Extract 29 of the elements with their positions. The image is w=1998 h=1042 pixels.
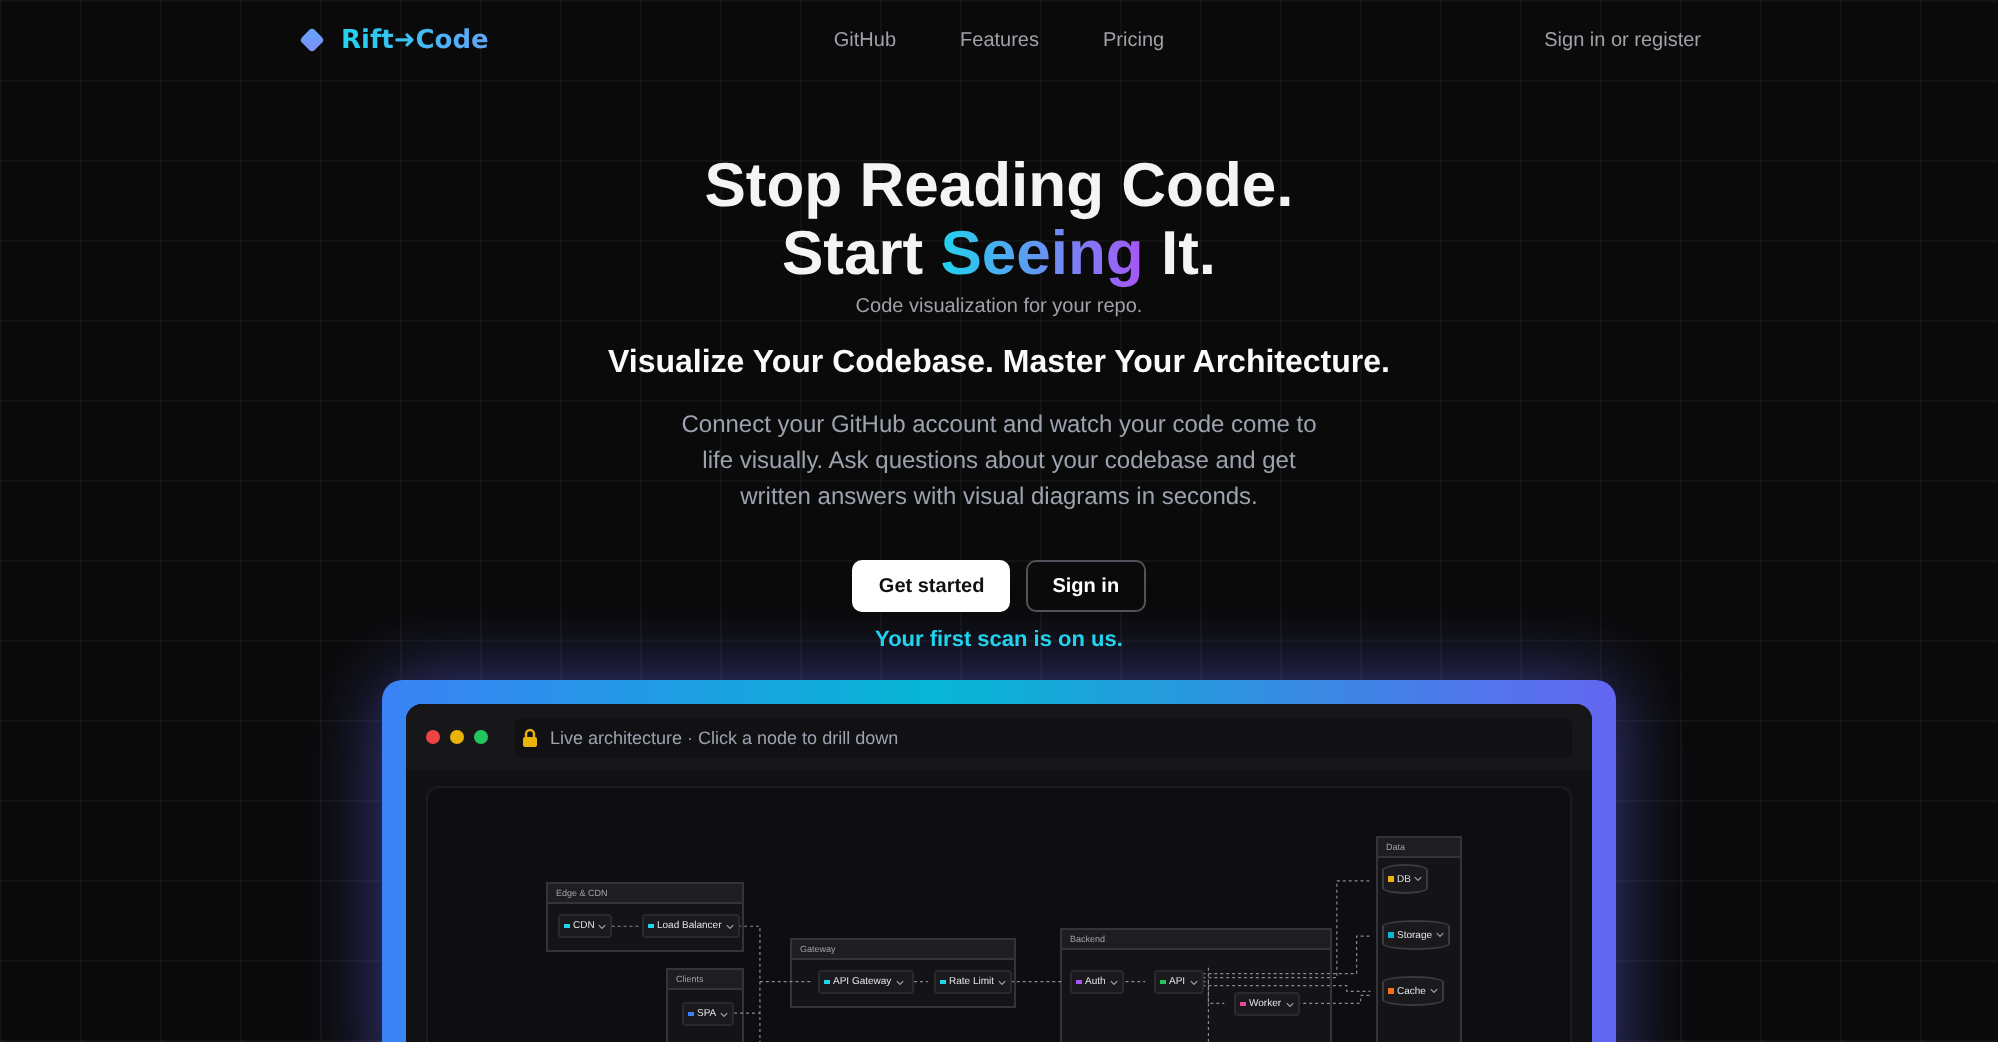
chevron-down-icon xyxy=(1414,876,1423,882)
chevron-down-icon xyxy=(998,979,1007,985)
lock-icon xyxy=(522,727,538,747)
nav-link[interactable]: GitHub xyxy=(833,29,897,51)
chevron-down-icon xyxy=(1436,932,1445,938)
window-close-button[interactable] xyxy=(426,730,440,744)
hero-description: Connect your GitHub account and watch your code come to life visually. Ask questions about your codebase and get written answers with visual diagrams in seconds. xyxy=(679,408,1319,514)
address-text: Live architecture · Click a node to drill down xyxy=(550,727,899,747)
chevron-down-icon xyxy=(1285,1001,1294,1007)
chevron-down-icon xyxy=(725,923,734,929)
chevron-down-icon xyxy=(895,979,904,985)
sign-in-button[interactable]: Sign in xyxy=(1026,560,1146,612)
hero-tagline: Visualize Your Codebase. Master Your Architecture. xyxy=(608,346,1390,382)
brand-logo-text[interactable]: Rift➜Code xyxy=(341,25,489,55)
window-maximize-button[interactable] xyxy=(474,730,488,744)
chevron-down-icon xyxy=(720,1011,729,1017)
free-scan-note: Your first scan is on us. xyxy=(875,628,1123,652)
chevron-down-icon xyxy=(1189,979,1198,985)
nav-link[interactable]: Features xyxy=(960,29,1039,51)
get-started-button[interactable]: Get started xyxy=(852,560,1011,612)
nav-link[interactable]: Pricing xyxy=(1103,29,1165,51)
chevron-down-icon xyxy=(598,923,607,929)
chevron-down-icon xyxy=(1109,979,1118,985)
window-minimize-button[interactable] xyxy=(450,730,464,744)
chevron-down-icon xyxy=(1429,988,1438,994)
sign-in-register-link[interactable]: Sign in or register xyxy=(1544,29,1701,51)
hero-subtitle: Code visualization for your repo. xyxy=(855,296,1143,318)
hero-title: Stop Reading Code. xyxy=(704,152,1294,220)
hero-title: Start Seeing It. xyxy=(781,220,1219,288)
